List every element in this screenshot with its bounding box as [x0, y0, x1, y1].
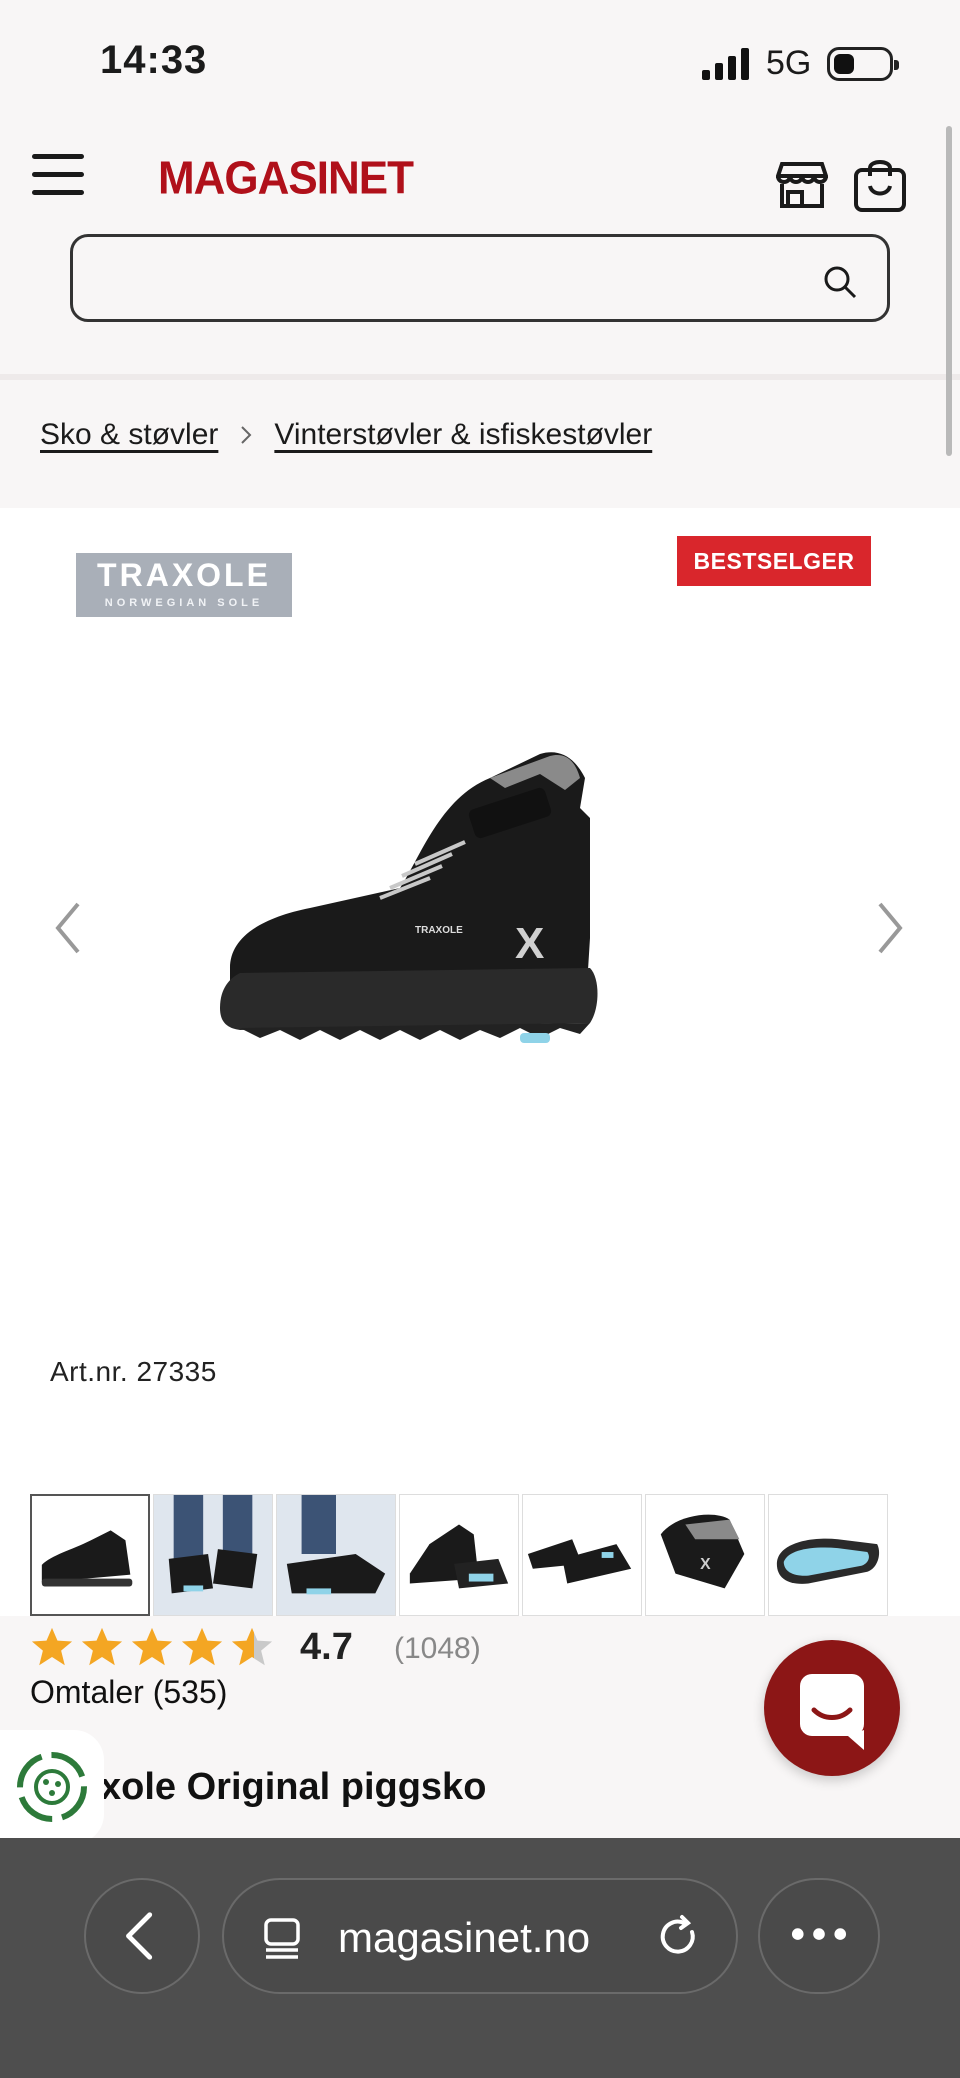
- chat-icon: [800, 1674, 864, 1750]
- browser-toolbar: magasinet.no: [0, 1838, 960, 2078]
- svg-text:X: X: [700, 1556, 711, 1573]
- breadcrumb-link-shoes[interactable]: Sko & støvler: [40, 418, 218, 452]
- status-time: 14:33: [100, 38, 208, 82]
- chevron-right-icon: [241, 426, 252, 444]
- site-header: MAGASINET: [0, 110, 960, 380]
- reviews-link[interactable]: Omtaler (535): [30, 1674, 227, 1711]
- store-icon[interactable]: [776, 160, 828, 208]
- reload-icon[interactable]: [656, 1914, 702, 1960]
- svg-text:X: X: [515, 919, 544, 968]
- thumbnail-2[interactable]: [153, 1494, 273, 1616]
- battery-icon: [827, 47, 899, 81]
- more-options-button[interactable]: [758, 1878, 880, 1994]
- thumbnail-6[interactable]: X: [645, 1494, 765, 1616]
- ellipsis-icon: [791, 1928, 847, 1940]
- menu-button[interactable]: [32, 154, 84, 196]
- search-bar[interactable]: [70, 234, 890, 322]
- chevron-left-icon: [126, 1912, 153, 1960]
- rating-value: 4.7: [300, 1626, 353, 1668]
- star-icon: [81, 1627, 123, 1666]
- browser-back-button[interactable]: [84, 1878, 200, 1994]
- thumbnail-5[interactable]: [522, 1494, 642, 1616]
- tabs-icon[interactable]: [260, 1916, 304, 1960]
- svg-text:TRAXOLE: TRAXOLE: [415, 925, 463, 936]
- star-icon: [31, 1627, 73, 1666]
- cart-icon[interactable]: [852, 154, 908, 214]
- search-input[interactable]: [93, 255, 793, 303]
- brand-logo-subtext: NORWEGIAN SOLE: [104, 597, 264, 609]
- star-icon: [131, 1627, 173, 1666]
- brand-logo-text: TRAXOLE: [97, 557, 271, 593]
- thumbnail-strip: X: [30, 1494, 892, 1618]
- product-image[interactable]: X TRAXOLE: [220, 738, 740, 1098]
- half-star-icon: [231, 1627, 273, 1666]
- product-gallery: TRAXOLE NORWEGIAN SOLE BESTSELGER X TRAX…: [0, 508, 960, 1616]
- eco-badge[interactable]: [0, 1730, 104, 1844]
- star-icon: [181, 1627, 223, 1666]
- site-logo[interactable]: MAGASINET: [158, 153, 414, 206]
- article-number: Art.nr. 27335: [50, 1356, 217, 1387]
- product-title: xole Original piggsko: [100, 1766, 487, 1808]
- recycle-icon: [17, 1752, 87, 1822]
- chevron-left-icon[interactable]: [50, 898, 86, 958]
- url-text: magasinet.no: [338, 1914, 591, 1961]
- brand-logo[interactable]: TRAXOLE NORWEGIAN SOLE: [76, 553, 292, 617]
- chevron-right-icon[interactable]: [872, 898, 908, 958]
- address-bar[interactable]: magasinet.no: [222, 1878, 738, 1994]
- star-rating: [30, 1626, 274, 1668]
- network-label: 5G: [766, 44, 812, 82]
- breadcrumb: Sko & støvler Vinterstøvler & isfiskestø…: [40, 418, 652, 452]
- chat-button[interactable]: [764, 1640, 900, 1776]
- thumbnail-7[interactable]: [768, 1494, 888, 1616]
- thumbnail-4[interactable]: [399, 1494, 519, 1616]
- breadcrumb-link-winter-boots[interactable]: Vinterstøvler & isfiskestøvler: [274, 418, 652, 452]
- rating-count: (1048): [394, 1632, 481, 1665]
- thumbnail-1[interactable]: [30, 1494, 150, 1616]
- thumbnail-3[interactable]: [276, 1494, 396, 1616]
- bestseller-badge: BESTSELGER: [677, 536, 871, 586]
- signal-icon: [702, 48, 749, 80]
- search-icon[interactable]: [823, 265, 857, 299]
- scrollbar[interactable]: [946, 126, 952, 456]
